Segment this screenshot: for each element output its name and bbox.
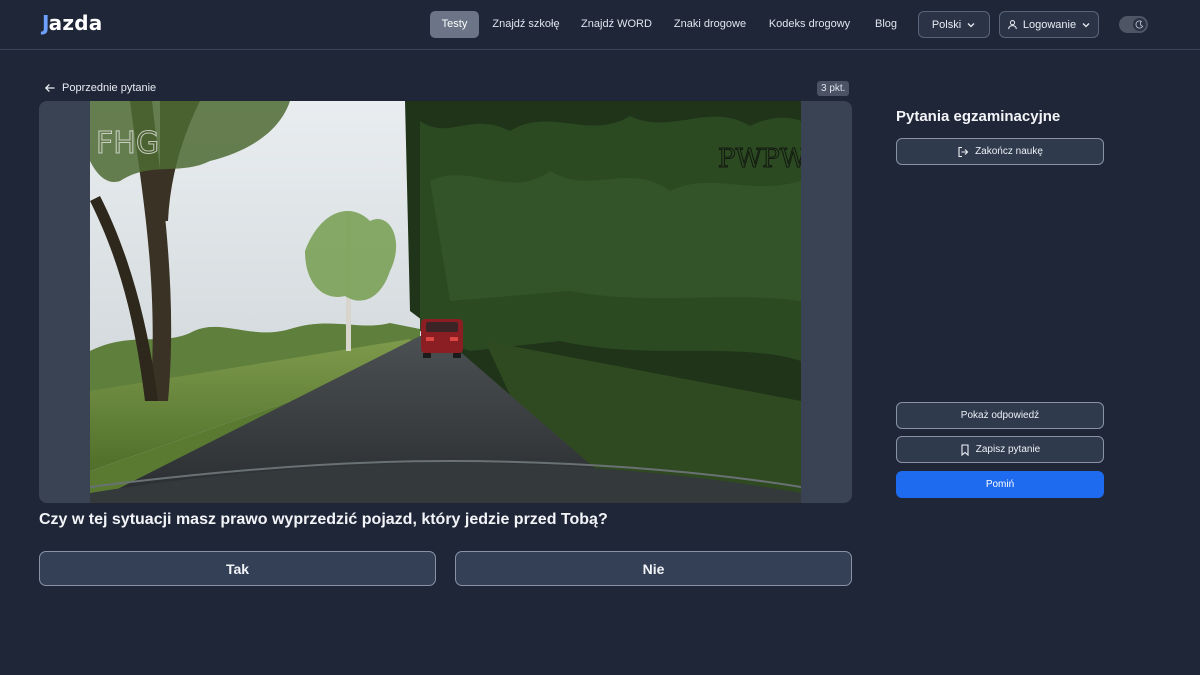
- nav-item-znaki-drogowe[interactable]: Znaki drogowe: [671, 11, 749, 38]
- save-question-label: Zapisz pytanie: [975, 444, 1041, 455]
- end-learning-button[interactable]: Zakończ naukę: [896, 138, 1104, 165]
- end-learning-label: Zakończ naukę: [975, 146, 1043, 157]
- chevron-down-icon: [967, 22, 975, 27]
- save-question-button[interactable]: Zapisz pytanie: [896, 436, 1104, 463]
- top-navbar: Jazda Testy Znajdź szkołę Znajdź WORD Zn…: [0, 0, 1200, 50]
- logout-icon: [958, 146, 969, 157]
- show-answer-button[interactable]: Pokaż odpowiedź: [896, 402, 1104, 429]
- theme-toggle[interactable]: [1119, 16, 1148, 33]
- points-badge: 3 pkt.: [817, 81, 850, 96]
- watermark-right: PWPW: [718, 144, 801, 174]
- login-dropdown[interactable]: Logowanie: [999, 11, 1099, 38]
- watermark-left: FHG: [96, 126, 159, 161]
- login-label: Logowanie: [1022, 18, 1077, 31]
- bookmark-icon: [961, 443, 969, 456]
- user-icon: [1008, 20, 1017, 30]
- logo-text: azda: [48, 11, 103, 35]
- road-scene-image: FHG PWPW: [90, 101, 801, 503]
- show-answer-label: Pokaż odpowiedź: [960, 410, 1040, 421]
- previous-question-link[interactable]: Poprzednie pytanie: [44, 80, 156, 96]
- chevron-down-icon: [1082, 22, 1090, 27]
- skip-label: Pomiń: [985, 479, 1015, 490]
- skip-button[interactable]: Pomiń: [896, 471, 1104, 498]
- question-media: FHG PWPW: [39, 101, 852, 503]
- nav-item-testy[interactable]: Testy: [430, 11, 479, 38]
- nav-item-blog[interactable]: Blog: [870, 11, 902, 38]
- logo[interactable]: Jazda: [42, 11, 102, 35]
- answer-yes-button[interactable]: Tak: [39, 551, 436, 586]
- language-label: Polski: [931, 18, 962, 31]
- nav-item-znajdz-word[interactable]: Znajdź WORD: [580, 11, 653, 38]
- question-text: Czy w tej sytuacji masz prawo wyprzedzić…: [39, 511, 608, 528]
- language-dropdown[interactable]: Polski: [918, 11, 990, 38]
- previous-question-label: Poprzednie pytanie: [62, 82, 157, 94]
- arrow-left-icon: [44, 84, 55, 92]
- sidebar-title: Pytania egzaminacyjne: [896, 108, 1061, 125]
- moon-icon: [1133, 18, 1146, 31]
- nav-item-kodeks-drogowy[interactable]: Kodeks drogowy: [767, 11, 852, 38]
- answer-no-button[interactable]: Nie: [455, 551, 852, 586]
- nav-item-znajdz-szkole[interactable]: Znajdź szkołę: [490, 11, 562, 38]
